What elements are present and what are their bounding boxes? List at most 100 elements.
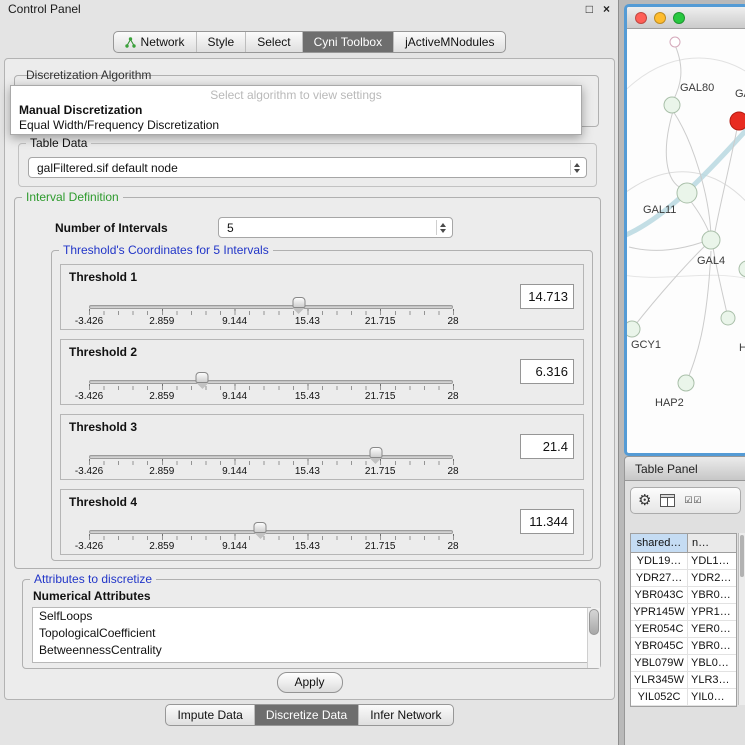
table-scrollbar[interactable] [738,533,745,705]
network-node[interactable] [627,321,640,337]
table-row[interactable]: YLR345WYLR3… [631,672,736,689]
tab-impute-data[interactable]: Impute Data [166,705,253,725]
network-node-selected[interactable] [730,112,745,130]
network-node[interactable] [664,97,680,113]
threshold-value-field[interactable]: 11.344 [520,509,574,534]
tab-label: jActiveMNodules [405,35,494,49]
zoom-traffic-light-icon[interactable] [673,12,685,24]
algorithm-option-manual[interactable]: Manual Discretization [11,103,581,118]
slider-thumb[interactable] [292,297,305,308]
threshold-value-field[interactable]: 14.713 [520,284,574,309]
tab-label: Cyni Toolbox [314,35,382,49]
slider-scale: -3.4262.8599.14415.4321.71528 [89,316,453,327]
network-node[interactable] [677,183,697,203]
node-label: GAL4 [697,255,725,267]
algorithm-hint-option[interactable]: Select algorithm to view settings [11,87,581,103]
node-label: HAP2 [655,397,684,409]
slider-scale-label: 28 [447,391,458,402]
threshold-label: Threshold 3 [69,420,137,434]
numerical-attribute-item[interactable]: TopologicalCoefficient [33,625,590,642]
node-label: GCY1 [631,339,661,351]
slider-minor-ticks [89,536,454,540]
network-node[interactable] [721,311,735,325]
gear-icon[interactable]: ⚙ [638,493,651,508]
table-cell: YBR043C [631,587,688,603]
numerical-attributes-list: SelfLoopsTopologicalCoefficientBetweenne… [32,607,591,663]
slider-thumb[interactable] [369,447,382,458]
close-window-icon[interactable]: × [603,2,610,16]
slider-scale-label: -3.426 [75,466,103,477]
tab-network[interactable]: Network [114,32,196,52]
scrollbar-thumb[interactable] [589,609,599,635]
slider-minor-ticks [89,386,454,390]
numerical-attribute-item[interactable]: SelfLoops [33,608,590,625]
tab-jactivemnodules[interactable]: jActiveMNodules [393,32,505,52]
table-row[interactable]: YBL079WYBL0… [631,655,736,672]
tab-discretize-data[interactable]: Discretize Data [254,705,358,725]
interval-definition-group: Interval Definition Number of Intervals … [14,197,601,569]
tab-style[interactable]: Style [196,32,246,52]
attributes-to-discretize-group: Attributes to discretize Numerical Attri… [22,579,601,669]
number-of-intervals-combobox[interactable]: 5 [218,217,453,238]
slider-scale-label: 15.43 [295,391,320,402]
network-node[interactable] [702,231,720,249]
table-cell: YPR145W [631,604,688,620]
threshold-panel: Threshold 3 -3.4262.8599.14415.4321.7152… [60,414,584,480]
table-toolbar: ⚙ ☑☑ [630,487,741,514]
network-node[interactable] [678,375,694,391]
tab-select[interactable]: Select [245,32,301,52]
apply-button[interactable]: Apply [277,672,343,693]
column-header-shared-name[interactable]: shared… [631,534,688,552]
tab-cyni-toolbox[interactable]: Cyni Toolbox [302,32,393,52]
slider-minor-ticks [89,461,454,465]
network-canvas[interactable]: GAL80 GA GAL11 GAL4 GCY1 HAP2 H [627,29,745,453]
tab-infer-network[interactable]: Infer Network [358,705,452,725]
table-row[interactable]: YIL052CYIL0… [631,689,736,706]
table-row[interactable]: YDR27…YDR2… [631,570,736,587]
restore-window-icon[interactable]: □ [586,2,593,16]
window-title: Control Panel [8,2,81,16]
close-traffic-light-icon[interactable] [635,12,647,24]
table-row[interactable]: YER054CYER0… [631,621,736,638]
column-header-name[interactable]: n… [688,534,736,552]
table-row[interactable]: YPR145WYPR1… [631,604,736,621]
network-view-window[interactable]: GAL80 GA GAL11 GAL4 GCY1 HAP2 H [624,4,745,456]
table-data-combobox[interactable]: galFiltered.sif default node [28,157,587,178]
tab-label: Discretize Data [266,708,347,722]
slider-scale-label: 28 [447,316,458,327]
columns-icon[interactable] [660,494,675,507]
table-row[interactable]: YBR043CYBR0… [631,587,736,604]
threshold-value-field[interactable]: 6.316 [520,359,574,384]
attributes-group-title: Attributes to discretize [30,572,156,586]
slider-minor-ticks [89,311,454,315]
attributes-scrollbar[interactable] [587,608,600,668]
select-columns-checkboxes-icon[interactable]: ☑☑ [684,495,702,506]
node-label: GAL80 [680,82,714,94]
slider-scale-label: 2.859 [149,391,174,402]
slider-scale-label: 21.715 [365,391,396,402]
table-cell: YBL0… [688,655,736,671]
minimize-traffic-light-icon[interactable] [654,12,666,24]
network-node[interactable] [670,37,680,47]
table-data-label: Table Data [26,136,91,150]
node-label: GAL11 [643,204,676,216]
slider-thumb[interactable] [196,372,209,383]
threshold-panel: Threshold 1 -3.4262.8599.14415.4321.7152… [60,264,584,330]
slider-scale-label: 21.715 [365,541,396,552]
algorithm-option-equal-width[interactable]: Equal Width/Frequency Discretization [11,118,581,133]
numerical-attribute-item[interactable]: BetweennessCentrality [33,642,590,659]
threshold-label: Threshold 4 [69,495,137,509]
table-row[interactable]: YBR045CYBR0… [631,638,736,655]
slider-scale-label: 21.715 [365,316,396,327]
slider-scale-label: 28 [447,466,458,477]
threshold-label: Threshold 1 [69,270,137,284]
scrollbar-thumb[interactable] [740,535,744,577]
slider-thumb[interactable] [254,522,267,533]
table-row[interactable]: YDL19…YDL1… [631,553,736,570]
threshold-value-field[interactable]: 21.4 [520,434,574,459]
network-node[interactable] [739,261,745,277]
slider-scale: -3.4262.8599.14415.4321.71528 [89,466,453,477]
network-node-labels: GAL80 GA GAL11 GAL4 GCY1 HAP2 H [631,82,745,409]
slider-scale-label: 2.859 [149,316,174,327]
node-attribute-table: shared… n… YDL19…YDL1…YDR27…YDR2…YBR043C… [630,533,737,707]
